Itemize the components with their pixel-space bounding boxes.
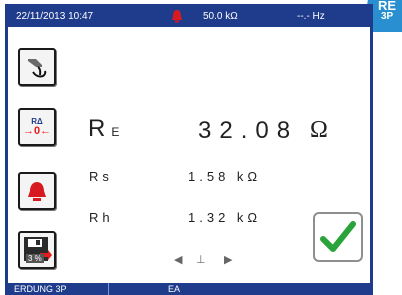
- bottom-left-label: ERDUNG 3P: [14, 284, 67, 294]
- range-indicator: 50.0 kΩ: [203, 11, 238, 22]
- confirm-button[interactable]: [313, 212, 363, 262]
- save-icon: 3 %: [22, 235, 52, 265]
- rs-label: Rs: [89, 169, 113, 184]
- device: RE 3P 22/11/2013 10:47 50.0 kΩ --.- Hz R…: [0, 0, 402, 295]
- mode-subtitle: 3P: [381, 11, 394, 22]
- bottom-bar: ERDUNG 3P EA: [8, 283, 370, 295]
- nav-left-arrow[interactable]: ◀: [174, 253, 182, 266]
- screen: 22/11/2013 10:47 50.0 kΩ --.- Hz RΔ →0←: [5, 4, 373, 295]
- rh-label: Rh: [89, 210, 114, 225]
- nav-symbol: ⊥: [196, 254, 206, 266]
- alarm-indicator-icon: [172, 10, 182, 23]
- rh-value: 1.32 kΩ: [188, 210, 262, 225]
- frequency-indicator: --.- Hz: [297, 11, 325, 22]
- bottom-divider: [108, 283, 109, 295]
- rs-value: 1.58 kΩ: [188, 169, 262, 184]
- alarm-button[interactable]: [18, 172, 56, 210]
- nav-arrows: ◀ ⊥ ▶: [174, 253, 244, 269]
- probe-button[interactable]: [18, 48, 56, 86]
- re-label: RE: [88, 115, 120, 142]
- nav-right-arrow[interactable]: ▶: [224, 253, 232, 266]
- bottom-right-label: EA: [168, 284, 181, 294]
- alarm-icon: [28, 182, 46, 201]
- save-button[interactable]: 3 %: [18, 231, 56, 269]
- check-icon: [320, 221, 356, 252]
- zero-icon: RΔ →0←: [22, 116, 52, 137]
- zero-button[interactable]: RΔ →0←: [18, 108, 56, 146]
- re-unit: Ω: [310, 117, 330, 143]
- datetime: 22/11/2013 10:47: [16, 11, 94, 22]
- status-bar: 22/11/2013 10:47 50.0 kΩ --.- Hz: [8, 7, 370, 27]
- re-value: 32.08: [198, 117, 299, 144]
- probe-icon: [28, 59, 47, 78]
